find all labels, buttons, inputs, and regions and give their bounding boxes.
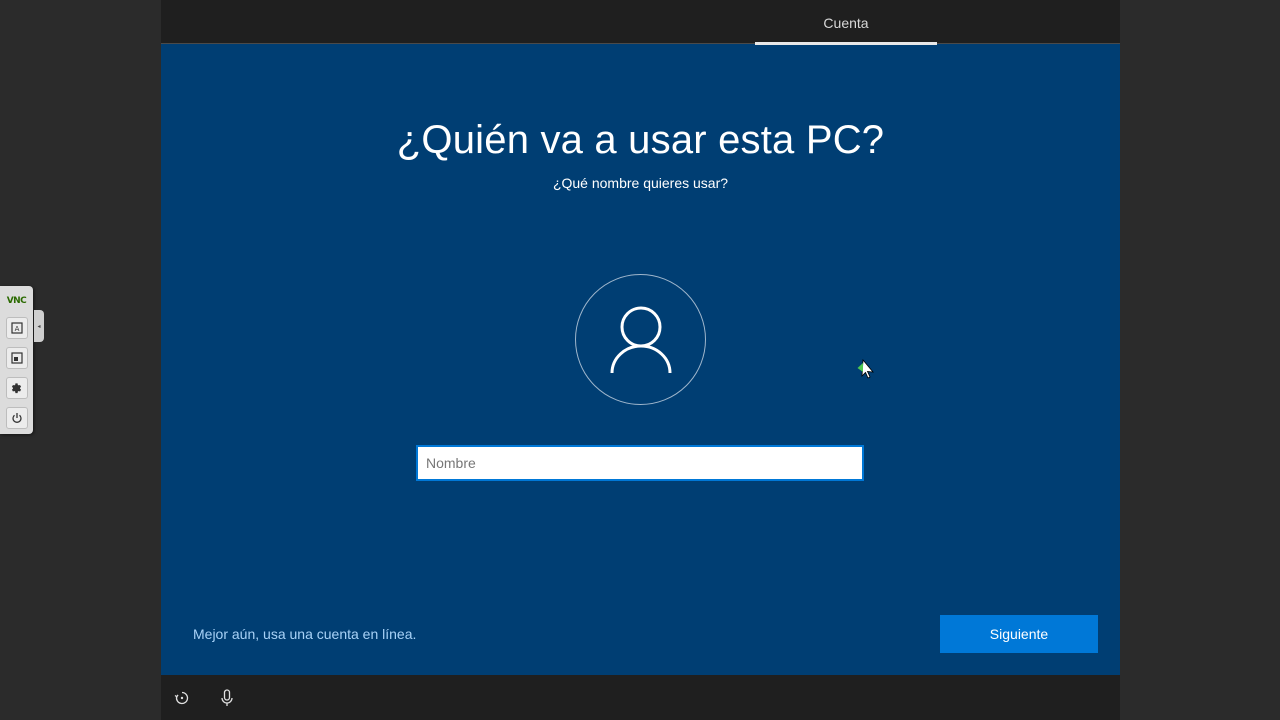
keyboard-icon[interactable]: A: [5, 317, 28, 339]
vnc-collapse-handle[interactable]: ◂: [34, 310, 44, 342]
page-title: ¿Quién va a usar esta PC?: [396, 118, 885, 162]
mouse-cursor-icon: [857, 359, 874, 379]
next-button[interactable]: Siguiente: [940, 615, 1098, 653]
tab-active-indicator: [755, 42, 937, 45]
tab-cuenta: Cuenta: [823, 15, 869, 31]
svg-text:A: A: [14, 325, 19, 333]
microphone-icon[interactable]: [216, 687, 238, 709]
desktop: VNC A ◂ Cuenta ¿Quién va a usar esta PC?…: [0, 0, 1280, 720]
page-subtitle: ¿Qué nombre quieres usar?: [552, 175, 729, 191]
settings-icon[interactable]: [5, 377, 28, 399]
ease-of-access-icon[interactable]: [171, 687, 193, 709]
fullscreen-icon[interactable]: [5, 347, 28, 369]
online-account-link[interactable]: Mejor aún, usa una cuenta en línea.: [193, 626, 416, 642]
user-icon: [610, 306, 671, 373]
power-icon[interactable]: [5, 407, 28, 429]
setup-window: Cuenta ¿Quién va a usar esta PC? ¿Qué no…: [161, 0, 1120, 720]
top-bar: Cuenta: [161, 0, 1120, 45]
vnc-logo: VNC: [4, 293, 29, 309]
bottom-bar: [161, 675, 1120, 720]
vnc-toolbar: VNC A: [0, 286, 33, 434]
name-input[interactable]: [416, 445, 864, 481]
vnc-logo-text: VNC: [6, 296, 27, 306]
avatar: [575, 274, 706, 405]
